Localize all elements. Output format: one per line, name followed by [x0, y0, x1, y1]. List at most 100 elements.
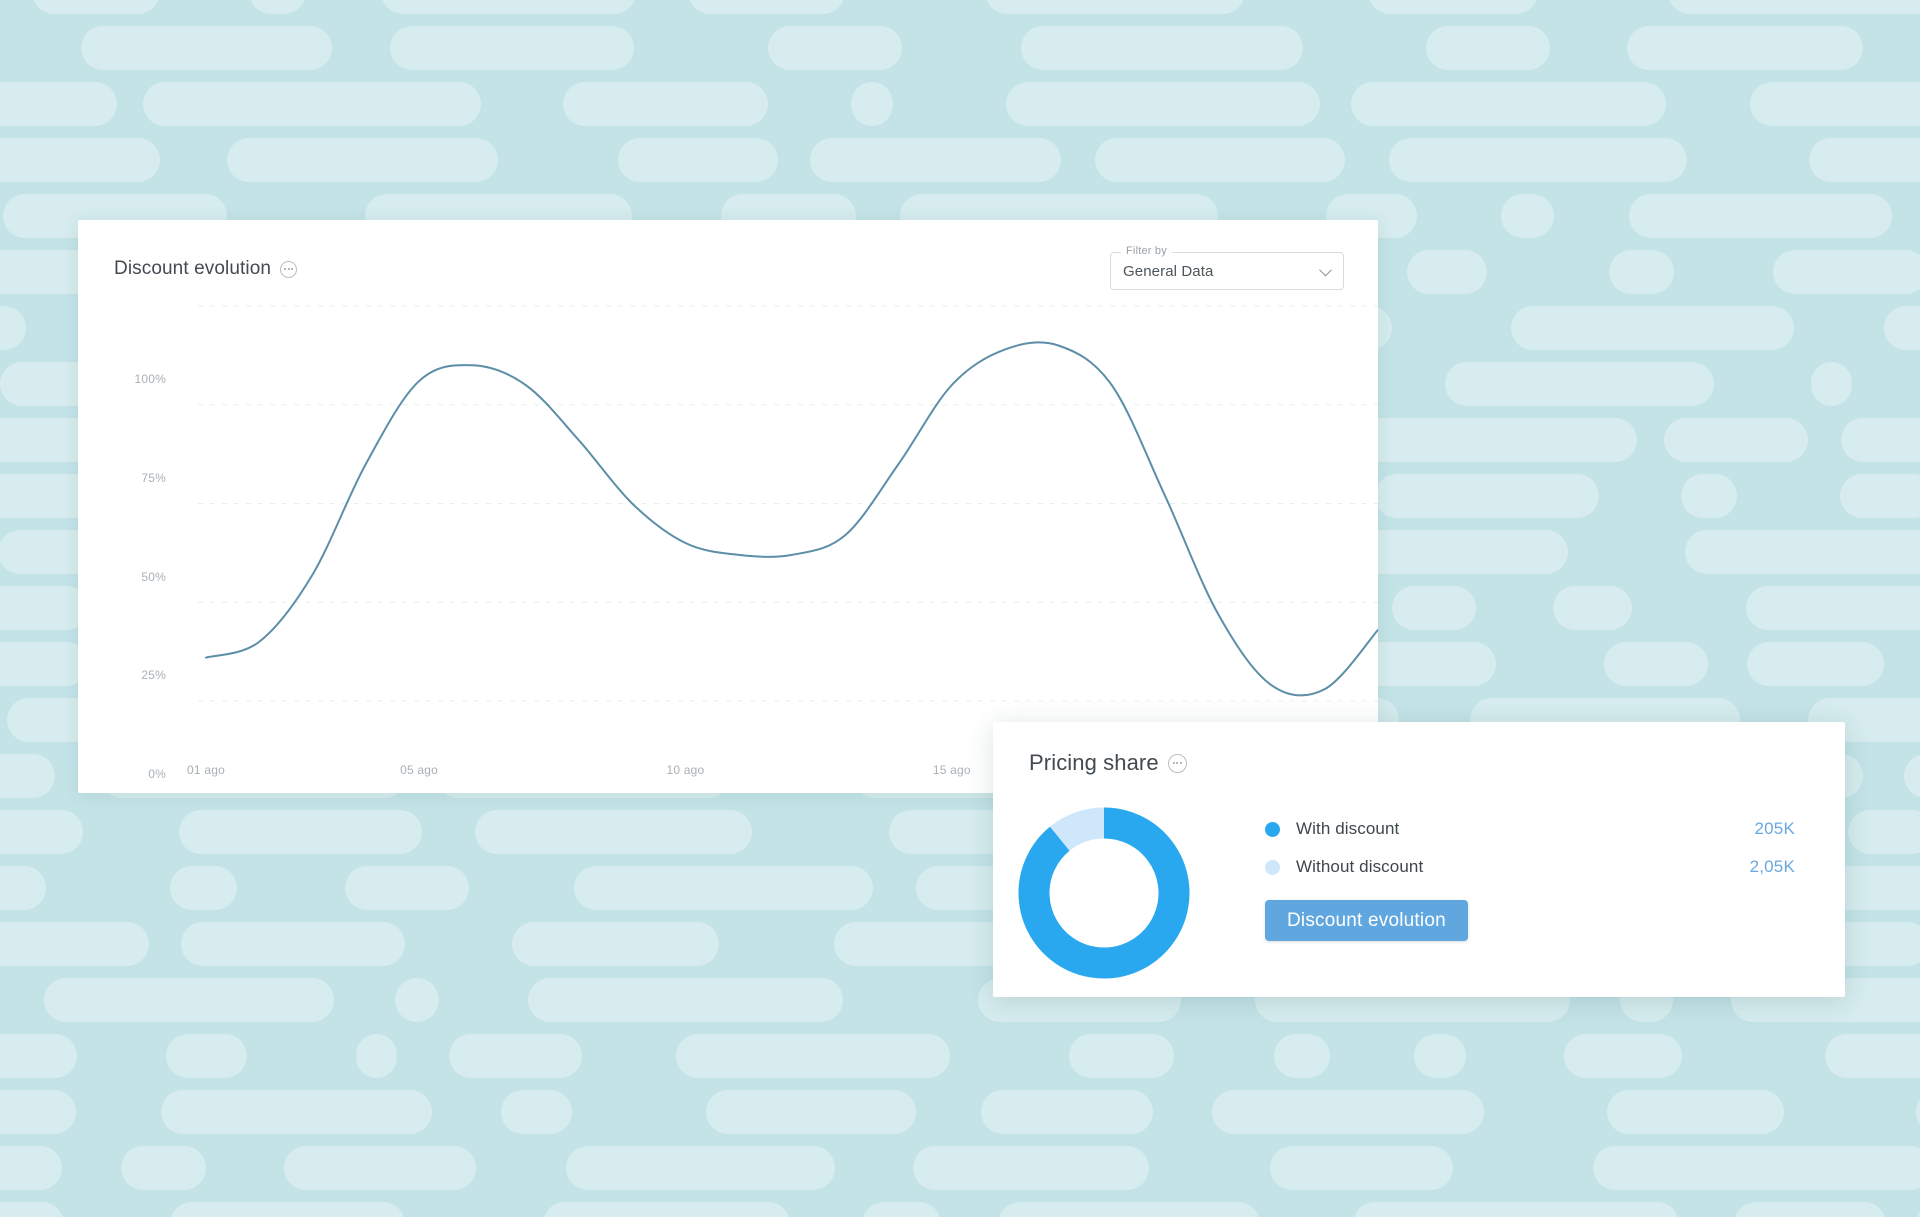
- background-pill: [1353, 418, 1637, 462]
- pricing-legend: With discount 205K Without discount 2,05…: [1265, 810, 1795, 941]
- background-pill: [1604, 642, 1708, 686]
- background-pill: [1501, 194, 1554, 238]
- background-pill: [1392, 586, 1476, 630]
- background-pill: [1006, 82, 1320, 126]
- background-pill: [1685, 530, 1920, 574]
- background-pill: [1021, 26, 1303, 70]
- x-axis-tick-label: 15 ago: [932, 763, 971, 777]
- background-pill: [179, 810, 422, 854]
- background-pill: [1368, 0, 1538, 14]
- donut-segment[interactable]: [1050, 807, 1105, 852]
- donut-chart: [1015, 804, 1193, 982]
- line-series-discount: [205, 341, 1379, 697]
- chevron-down-icon: [1319, 263, 1332, 277]
- x-axis-tick-label: 01 ago: [187, 763, 225, 777]
- background-pill: [1773, 250, 1920, 294]
- background-pill: [181, 922, 405, 966]
- background-pill: [0, 1090, 76, 1134]
- discount-evolution-button[interactable]: Discount evolution: [1265, 900, 1468, 941]
- background-pill: [501, 1090, 572, 1134]
- background-pill: [1095, 138, 1345, 182]
- pricing-title-group: Pricing share: [1029, 750, 1187, 776]
- background-pill: [985, 0, 1245, 14]
- legend-value: 2,05K: [1749, 857, 1795, 876]
- pricing-share-card: Pricing share With discount 205K Without…: [993, 722, 1845, 997]
- background-pill: [1407, 250, 1487, 294]
- background-pill: [1668, 0, 1920, 14]
- background-pill: [81, 26, 332, 70]
- background-pill: [356, 1034, 397, 1078]
- info-dots-circle-icon[interactable]: [1167, 753, 1187, 773]
- background-pill: [227, 138, 498, 182]
- background-pill: [0, 1034, 77, 1078]
- background-pill: [1069, 1034, 1174, 1078]
- background-pill: [1511, 306, 1794, 350]
- title-group: Discount evolution: [114, 258, 298, 280]
- background-pill: [0, 1146, 62, 1190]
- background-pill: [1746, 586, 1920, 630]
- y-axis-tick-label: 100%: [134, 372, 166, 386]
- y-axis-tick-label: 75%: [141, 470, 166, 485]
- background-pill: [170, 866, 237, 910]
- background-pill: [1811, 362, 1852, 406]
- background-pill: [574, 866, 873, 910]
- background-pill: [1809, 138, 1920, 182]
- background-pill: [1664, 418, 1808, 462]
- list-item[interactable]: With discount 205K: [1265, 810, 1795, 848]
- background-pill: [1593, 1146, 1920, 1190]
- background-pill: [1270, 1146, 1453, 1190]
- background-pill: [143, 82, 481, 126]
- background-pill: [32, 0, 160, 14]
- background-pill: [862, 1202, 941, 1217]
- info-dots-circle-icon[interactable]: [280, 260, 298, 278]
- background-pill: [121, 1146, 206, 1190]
- donut-segment[interactable]: [1018, 807, 1190, 979]
- background-pill: [1351, 82, 1666, 126]
- background-pill: [1904, 754, 1920, 798]
- legend-label: With discount: [1296, 819, 1400, 838]
- page-title: Discount evolution: [114, 258, 272, 279]
- background-pill: [1274, 1034, 1330, 1078]
- filter-by-select[interactable]: Filter by General Data: [1110, 245, 1344, 290]
- background-pill: [0, 138, 160, 182]
- background-pill: [395, 978, 439, 1022]
- background-pill: [1426, 26, 1550, 70]
- background-pill: [1609, 250, 1674, 294]
- background-pill: [381, 0, 636, 14]
- list-item[interactable]: Without discount 2,05K: [1265, 848, 1795, 886]
- background-pill: [1840, 474, 1920, 518]
- x-axis-tick-label: 05 ago: [400, 763, 439, 777]
- legend-color-dot-without-discount: [1265, 859, 1280, 875]
- background-pill: [1607, 1090, 1784, 1134]
- line-chart-svg: [198, 305, 1379, 702]
- background-pill: [1389, 138, 1687, 182]
- background-pill: [0, 922, 149, 966]
- y-axis-tick-label: 0%: [148, 767, 166, 781]
- y-axis-tick-label: 50%: [141, 569, 166, 584]
- x-axis-tick-label: 10 ago: [666, 763, 705, 777]
- background-pill: [563, 82, 768, 126]
- pricing-card-header: Pricing share: [993, 722, 1845, 776]
- legend-color-dot-with-discount: [1265, 821, 1280, 837]
- background-pill: [1916, 1202, 1920, 1217]
- background-pill: [566, 1146, 835, 1190]
- discount-evolution-card: Discount evolution Filter by General Dat…: [78, 220, 1379, 793]
- background-pill: [981, 1090, 1153, 1134]
- background-pill: [0, 1202, 64, 1217]
- background-pill: [851, 82, 893, 126]
- background-pill: [1445, 362, 1714, 406]
- background-pill: [0, 306, 26, 350]
- background-pill: [1916, 1090, 1920, 1134]
- background-pill: [1212, 1090, 1484, 1134]
- line-chart-plot: 0%25%50%75%100%01 ago05 ago10 ago15 ago2…: [78, 294, 1379, 793]
- background-pill: [1553, 586, 1632, 630]
- background-pill: [768, 26, 902, 70]
- background-pill: [44, 978, 334, 1022]
- filter-by-value: General Data: [1123, 262, 1214, 280]
- card-header: Discount evolution Filter by General Dat…: [78, 220, 1378, 290]
- filter-by-label: Filter by: [1121, 245, 1172, 257]
- background-pill: [1627, 26, 1863, 70]
- background-pill: [1734, 1202, 1886, 1217]
- background-pill: [0, 642, 88, 686]
- background-pill: [249, 0, 306, 14]
